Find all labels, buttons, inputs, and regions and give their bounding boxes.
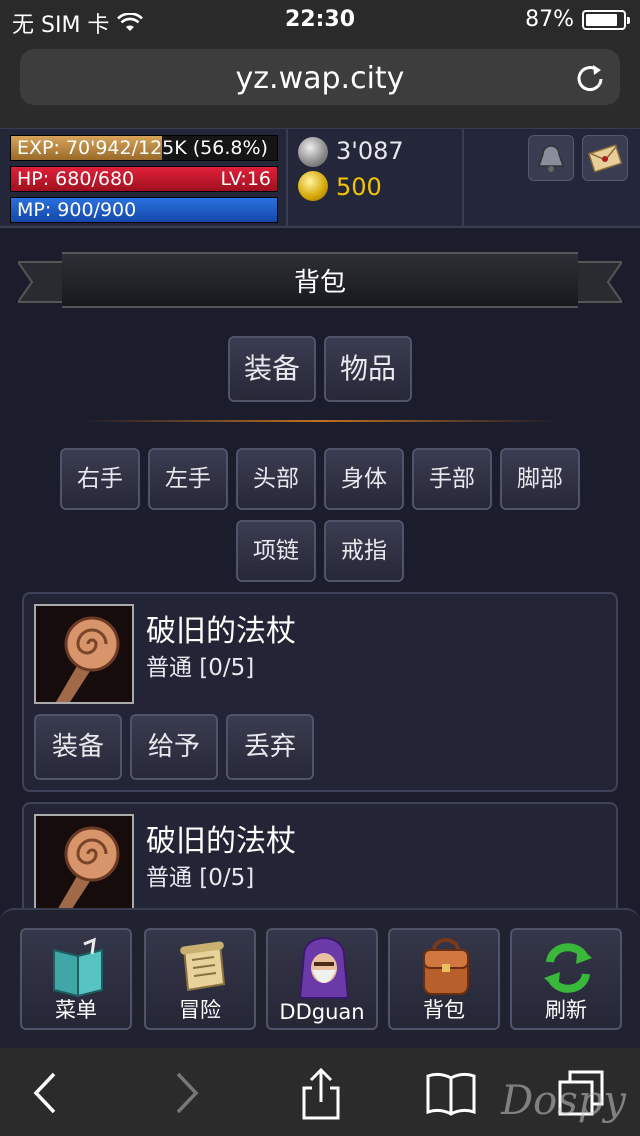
mail-icon (587, 144, 623, 173)
nav-refresh-button[interactable]: 刷新 (510, 928, 622, 1030)
item-name: 破旧的法杖 (146, 824, 296, 859)
item-name: 破旧的法杖 (146, 614, 296, 649)
back-icon[interactable] (22, 1066, 72, 1120)
nav-label: 菜单 (55, 998, 97, 1022)
inventory-panel: 背包 装备 物品 右手 左手 头部 身体 手部 脚部 项链 戒指 破旧的法杖 普… (0, 230, 640, 910)
tab-equipment[interactable]: 装备 (228, 336, 316, 402)
inventory-item: 破旧的法杖 普通 [0/5] 装备 给予 丢弃 (22, 592, 618, 792)
slot-feet[interactable]: 脚部 (500, 448, 580, 510)
slot-left-hand[interactable]: 左手 (148, 448, 228, 510)
slot-hands[interactable]: 手部 (412, 448, 492, 510)
staff-item-image[interactable] (34, 814, 134, 910)
slot-necklace[interactable]: 项链 (236, 520, 316, 582)
battery-percent: 87% (525, 7, 574, 32)
item-grade: 普通 [0/5] (146, 655, 255, 681)
slot-ring[interactable]: 戒指 (324, 520, 404, 582)
staff-icon (36, 606, 132, 702)
bell-icon (537, 145, 565, 172)
mail-button[interactable] (582, 135, 628, 181)
nav-label: DDguan (279, 1000, 365, 1024)
section-divider (80, 420, 560, 422)
silver-coin-icon (298, 137, 328, 167)
backpack-icon (423, 938, 469, 995)
tab-items[interactable]: 物品 (324, 336, 412, 402)
nav-label: 背包 (423, 998, 465, 1022)
slot-right-hand[interactable]: 右手 (60, 448, 140, 510)
share-icon[interactable] (296, 1066, 346, 1120)
avatar (298, 937, 350, 999)
silver-amount: 3'087 (336, 137, 404, 165)
staff-item-image[interactable] (34, 604, 134, 704)
book-icon (53, 937, 103, 998)
exp-text: EXP: 70'942/125K (56.8%) (17, 137, 268, 159)
hp-bar: HP: 680/680 LV:16 (10, 166, 278, 192)
item-grade: 普通 [0/5] (146, 865, 255, 891)
hp-text: HP: 680/680 (17, 168, 135, 190)
browser-url-bar: yz.wap.city (0, 40, 640, 128)
hud-divider (286, 129, 288, 227)
give-button[interactable]: 给予 (130, 714, 218, 780)
hud-divider (462, 129, 464, 227)
watermark: Dospy (501, 1078, 626, 1124)
nav-label: 冒险 (179, 998, 221, 1022)
page-title: 背包 (293, 268, 346, 298)
discard-button[interactable]: 丢弃 (226, 714, 314, 780)
slot-head[interactable]: 头部 (236, 448, 316, 510)
inventory-item: 破旧的法杖 普通 [0/5] (22, 802, 618, 910)
exp-bar: EXP: 70'942/125K (56.8%) (10, 135, 278, 161)
refresh-icon (544, 943, 592, 993)
gold-amount: 500 (336, 173, 382, 201)
game-nav-bar: 菜单 冒险 DDguan 背包 刷新 (0, 908, 640, 1048)
equip-button[interactable]: 装备 (34, 714, 122, 780)
url-text: yz.wap.city (235, 61, 405, 96)
mp-bar: MP: 900/900 (10, 197, 278, 223)
nav-menu-button[interactable]: 菜单 (20, 928, 132, 1030)
status-bar: 无 SIM 卡 22:30 87% (0, 0, 640, 40)
nav-adventure-button[interactable]: 冒险 (144, 928, 256, 1030)
reload-icon[interactable] (574, 61, 606, 93)
level-text: LV:16 (220, 168, 271, 190)
mp-text: MP: 900/900 (17, 199, 137, 221)
gold-coin-icon (298, 171, 328, 201)
bell-button[interactable] (528, 135, 574, 181)
forward-icon[interactable] (160, 1066, 210, 1120)
staff-icon (36, 816, 132, 910)
nav-profile-button[interactable]: DDguan (266, 928, 378, 1030)
address-field[interactable]: yz.wap.city (20, 49, 620, 105)
battery-icon (582, 9, 630, 30)
scroll-icon (180, 941, 226, 992)
slot-body[interactable]: 身体 (324, 448, 404, 510)
nav-label: 刷新 (545, 998, 587, 1022)
bookmarks-icon[interactable] (426, 1066, 476, 1120)
nav-bag-button[interactable]: 背包 (388, 928, 500, 1030)
page-title-banner: 背包 (18, 252, 622, 308)
game-hud: EXP: 70'942/125K (56.8%) HP: 680/680 LV:… (0, 128, 640, 228)
